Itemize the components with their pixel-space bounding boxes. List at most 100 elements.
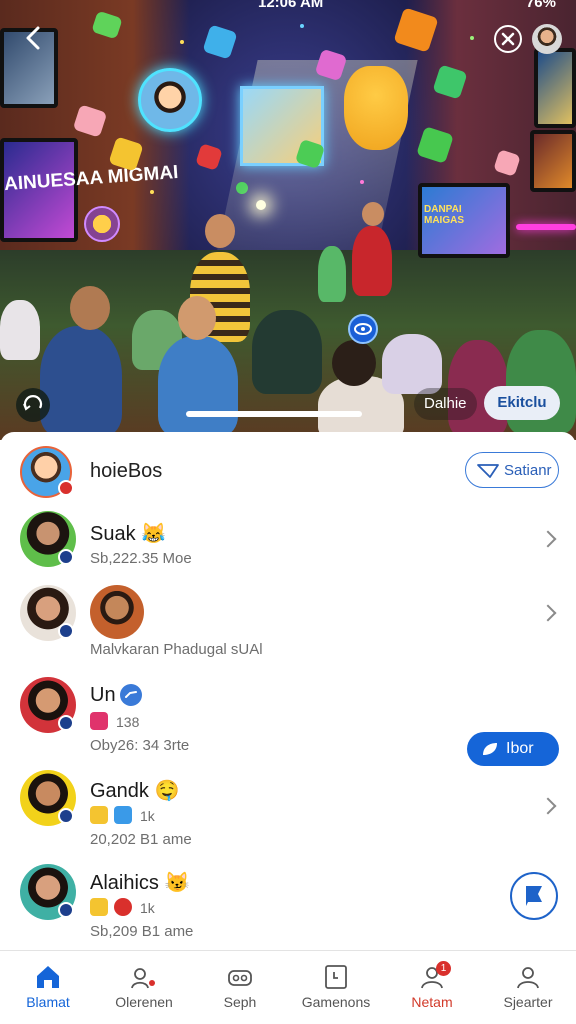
nav-label: Olerenen	[115, 994, 173, 1010]
sparkle	[300, 24, 304, 28]
header-name: hoieBos	[90, 460, 162, 483]
person-head	[178, 296, 216, 340]
wall-screen	[534, 48, 576, 128]
follow-button-label: Satianr	[504, 462, 552, 479]
status-badge	[58, 808, 74, 824]
rotate-button[interactable]	[16, 388, 50, 422]
status-time: 12:06 AM	[258, 0, 324, 11]
screen-text: DANPAI MAIGAS	[424, 204, 464, 226]
flag-icon	[526, 886, 542, 906]
avatar-secondary[interactable]	[90, 585, 144, 639]
wall-screen	[530, 130, 576, 192]
follow-button[interactable]: Satianr	[465, 452, 559, 488]
emoji-badge: 😹	[141, 523, 167, 545]
people-icon	[131, 968, 155, 989]
location-marker[interactable]	[348, 314, 378, 344]
person-sitting	[0, 300, 40, 360]
chevron-left-icon	[26, 26, 40, 50]
status-badge	[58, 715, 74, 731]
sparkle	[180, 40, 184, 44]
hero-chip[interactable]: Dalhie	[414, 388, 477, 420]
nav-label: Netam	[411, 994, 453, 1010]
person-dancing	[318, 246, 346, 302]
smile-icon	[90, 898, 108, 916]
list-item-meta: Oby26: 34 3rte	[90, 737, 190, 754]
eye-icon	[354, 323, 372, 335]
flag-fab-button[interactable]	[510, 872, 558, 920]
list-item-name: Alaihics 😼	[90, 870, 189, 895]
notification-badge: 1	[436, 961, 451, 976]
back-button[interactable]	[18, 22, 50, 54]
sparkle	[470, 36, 474, 40]
rotate-icon	[23, 395, 43, 411]
close-icon	[501, 32, 515, 46]
list-item-meta: Sb,222.35 Moe	[90, 550, 192, 567]
stat-count: 1k	[140, 808, 155, 824]
nav-label: Gamenons	[301, 994, 371, 1010]
record-icon	[114, 898, 132, 916]
sparkle	[360, 180, 364, 184]
nav-label: Sjearter	[503, 994, 553, 1010]
floating-cube	[202, 24, 238, 60]
sparkle	[150, 190, 154, 194]
person-sitting	[382, 334, 442, 394]
nav-label: Blamat	[26, 994, 70, 1010]
nav-item-games[interactable]: Seph	[192, 951, 288, 1024]
invite-button[interactable]: Ibor	[467, 732, 559, 766]
hero-scene: AINUESAA MIGMAI DANPAI MAIGAS	[0, 0, 576, 440]
nav-item-messages[interactable]: Gamenons	[288, 951, 384, 1024]
nav-label: Seph	[223, 994, 257, 1010]
invite-button-label: Ibor	[506, 740, 534, 757]
person-head	[205, 214, 235, 248]
list-item-meta: Malvkaran Phadugal sUAl	[90, 641, 263, 658]
list-item-name-text: Alaihics	[90, 872, 159, 894]
verified-icon	[120, 684, 142, 706]
flying-bear	[344, 66, 408, 150]
status-badge	[58, 549, 74, 565]
nav-item-notifications[interactable]: Netam	[384, 951, 480, 1024]
person-head	[332, 340, 376, 386]
emoji-badge: 😼	[164, 872, 190, 894]
message-icon	[325, 965, 347, 989]
person-head	[70, 286, 110, 330]
person-sitting	[158, 336, 238, 436]
people-sheet	[0, 432, 576, 952]
profile-icon	[517, 967, 539, 989]
home-icon	[37, 966, 59, 988]
person-sitting	[40, 326, 122, 436]
list-item-name: Un	[90, 684, 116, 707]
person-head	[362, 202, 384, 226]
list-item-name-text: Un	[90, 684, 116, 706]
pencil-icon	[114, 806, 132, 824]
floating-cube	[195, 143, 223, 171]
floating-avatar-bubble	[138, 68, 202, 132]
gamepad-icon	[228, 970, 252, 986]
smile-icon	[90, 806, 108, 824]
list-item-name: Suak 😹	[90, 521, 166, 546]
spotlight	[256, 200, 266, 210]
send-icon	[477, 464, 499, 478]
status-badge	[58, 480, 74, 496]
list-item-name-text: Suak	[90, 523, 136, 545]
header-name-text: hoieBos	[90, 460, 163, 482]
list-item-meta: 20,202 B1 ame	[90, 831, 192, 848]
music-note-bubble	[84, 206, 120, 242]
game-icon	[90, 712, 108, 730]
hero-chip-primary[interactable]: Ekitclu	[484, 386, 560, 420]
status-battery: 76%	[525, 0, 556, 11]
status-badge	[58, 902, 74, 918]
user-avatar[interactable]	[532, 24, 562, 54]
stat-count: 138	[116, 714, 140, 730]
list-item-meta: Sb,209 B1 ame	[90, 923, 194, 940]
hero-pager-indicator[interactable]	[186, 411, 362, 417]
nav-item-profile[interactable]: Sjearter	[480, 951, 576, 1024]
neon-light	[516, 224, 576, 230]
list-item-name: Gandk 🤤	[90, 778, 179, 803]
bottom-nav: Blamat Olerenen Seph Gamenons Netam Sjea…	[0, 950, 576, 1024]
nav-item-friends[interactable]: Olerenen	[96, 951, 192, 1024]
list-item-name-text: Gandk	[90, 780, 149, 802]
person-sitting	[252, 310, 322, 394]
nav-item-home[interactable]: Blamat	[0, 951, 96, 1024]
emoji-badge: 🤤	[154, 780, 180, 802]
close-button[interactable]	[494, 25, 522, 53]
